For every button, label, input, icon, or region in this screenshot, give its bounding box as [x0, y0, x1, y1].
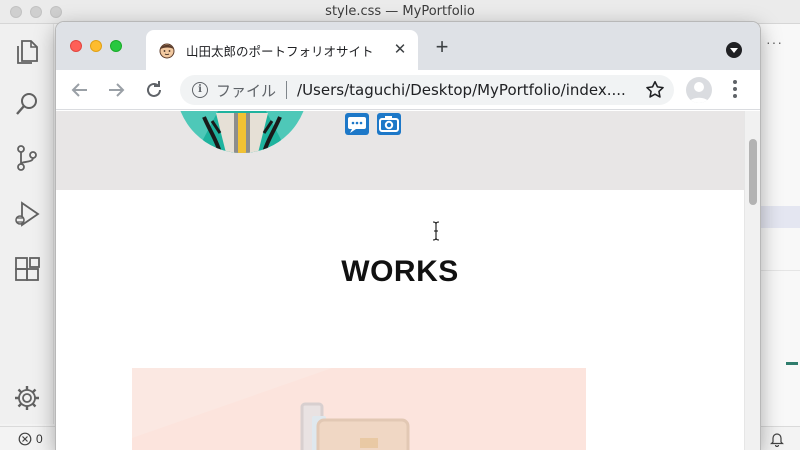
error-count: 0: [36, 431, 43, 446]
address-url[interactable]: /Users/taguchi/Desktop/MyPortfolio/index…: [297, 81, 626, 99]
tab-close-button[interactable]: ✕: [392, 42, 408, 58]
work-illustration-icon: [132, 368, 410, 450]
camera-sns-icon[interactable]: [377, 113, 401, 135]
browser-zoom-light[interactable]: [110, 40, 122, 52]
tab-strip: 山田太郎のポートフォリオサイト ✕ +: [56, 22, 760, 70]
work-item-thumbnail[interactable]: [132, 368, 586, 450]
tab-title: 山田太郎のポートフォリオサイト: [186, 43, 374, 59]
vscode-zoom-light[interactable]: [50, 6, 62, 18]
browser-window: 山田太郎のポートフォリオサイト ✕ + i ファイル /Users/taguch…: [56, 22, 760, 450]
browser-minimize-light[interactable]: [90, 40, 102, 52]
vscode-window-title: style.css — MyPortfolio: [325, 4, 475, 19]
browser-toolbar: i ファイル /Users/taguchi/Desktop/MyPortfoli…: [56, 70, 760, 110]
error-icon: [18, 432, 32, 445]
browser-tab-active[interactable]: 山田太郎のポートフォリオサイト ✕: [146, 30, 418, 70]
file-scheme-chip: ファイル: [216, 81, 277, 100]
scrollbar-thumb[interactable]: [749, 139, 757, 205]
search-icon[interactable]: [13, 90, 41, 118]
explorer-icon[interactable]: [13, 38, 41, 66]
page-viewport[interactable]: WORKS: [56, 111, 744, 450]
page-scrollbar[interactable]: [744, 111, 760, 450]
new-tab-button[interactable]: +: [430, 36, 454, 60]
site-info-icon[interactable]: i: [192, 82, 208, 98]
browser-close-light[interactable]: [70, 40, 82, 52]
settings-gear-icon[interactable]: [13, 384, 41, 412]
minimap-marker: [786, 362, 798, 365]
address-separator: [286, 81, 288, 99]
back-arrow-icon[interactable]: [68, 78, 92, 102]
editor-divider: [760, 270, 800, 271]
notifications-bell-icon[interactable]: [770, 431, 784, 447]
works-section-title: WORKS: [341, 255, 459, 288]
vscode-window-controls: [10, 6, 62, 18]
profile-person-icon: [689, 82, 709, 103]
profile-illustration: [176, 111, 308, 153]
profile-avatar[interactable]: [686, 77, 712, 103]
vscode-editor-edge: ···: [760, 24, 800, 426]
profile-hero-section: [56, 111, 744, 190]
vscode-minimize-light[interactable]: [30, 6, 42, 18]
extensions-icon[interactable]: [13, 256, 41, 284]
chat-sns-icon[interactable]: [345, 113, 369, 135]
source-control-icon[interactable]: [13, 144, 41, 172]
vscode-close-light[interactable]: [10, 6, 22, 18]
portfolio-favicon-icon: [159, 43, 175, 59]
vscode-activity-bar: [0, 24, 54, 424]
text-cursor-icon: [432, 221, 440, 241]
vscode-titlebar: style.css — MyPortfolio: [0, 0, 800, 24]
run-debug-icon[interactable]: [13, 200, 41, 228]
reload-icon[interactable]: [142, 78, 166, 102]
problems-status[interactable]: 0: [18, 432, 43, 446]
address-bar[interactable]: i ファイル /Users/taguchi/Desktop/MyPortfoli…: [180, 75, 674, 105]
bookmark-star-icon[interactable]: [644, 79, 666, 101]
person-illustration-icon: [196, 111, 288, 153]
more-actions-button[interactable]: ···: [766, 34, 783, 50]
editor-highlight-band: [760, 206, 800, 228]
browser-menu-button[interactable]: [728, 80, 742, 100]
tab-search-button[interactable]: [726, 42, 742, 58]
forward-arrow-icon[interactable]: [104, 78, 128, 102]
